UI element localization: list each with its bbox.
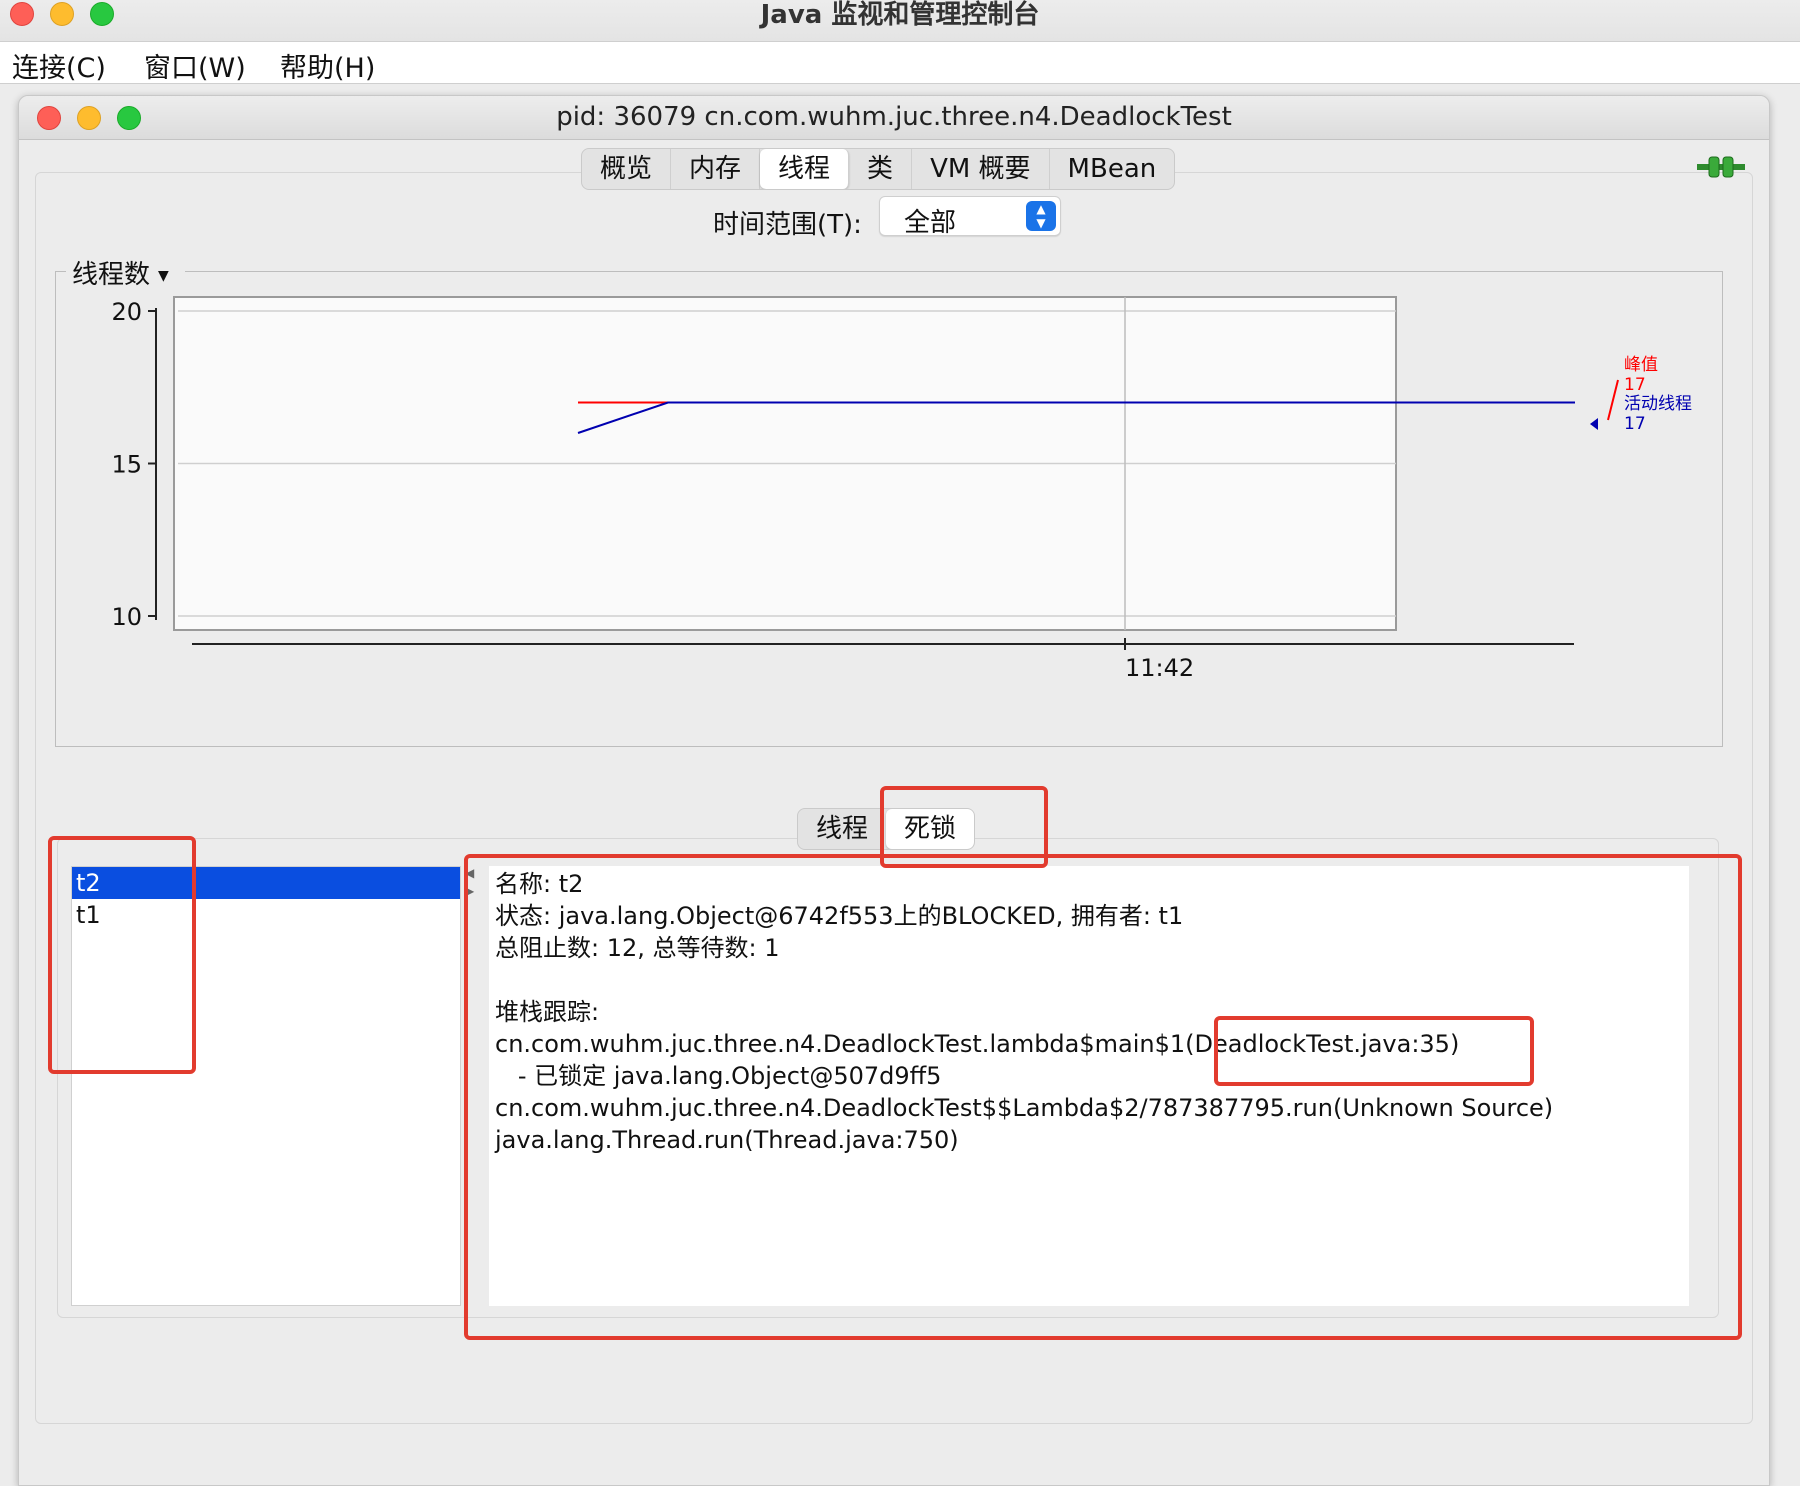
y-tick-label: 20 [111, 298, 142, 326]
connection-icon [1697, 156, 1745, 178]
app-title: Java 监视和管理控制台 [760, 0, 1040, 30]
menu-help[interactable]: 帮助(H) [280, 46, 375, 85]
chevron-updown-icon: ▲ ▼ [1026, 201, 1056, 231]
legend-peak-label: 峰值 [1624, 355, 1658, 375]
y-tick-label: 10 [111, 603, 142, 631]
legend-peak-value: 17 [1624, 375, 1646, 395]
legend-connector [1607, 379, 1619, 421]
tab-memory[interactable]: 内存 [671, 149, 761, 189]
inner-titlebar: pid: 36079 cn.com.wuhm.juc.three.n4.Dead… [19, 96, 1769, 140]
main-tabs: 概览 内存 线程 类 VM 概要 MBean [581, 148, 1176, 190]
annotation-thread-list [48, 836, 196, 1074]
tab-threads[interactable]: 线程 [760, 149, 850, 189]
thread-count-group: 线程数 ▼ 20 15 10 11:42 峰值 17 活动线程 17 [55, 254, 1723, 747]
time-range-select[interactable]: 全部 ▲ ▼ [879, 196, 1061, 238]
tab-vm-summary[interactable]: VM 概要 [912, 149, 1050, 189]
tab-mbean[interactable]: MBean [1050, 149, 1175, 189]
menubar: 连接(C) 窗口(W) 帮助(H) [0, 42, 1800, 84]
tab-lower-threads[interactable]: 线程 [798, 809, 886, 849]
tab-overview[interactable]: 概览 [582, 149, 672, 189]
legend-pointer-icon [1590, 418, 1598, 430]
app-titlebar: Java 监视和管理控制台 [0, 0, 1800, 42]
x-tick-label: 11:42 [1125, 654, 1194, 682]
window-title: pid: 36079 cn.com.wuhm.juc.three.n4.Dead… [556, 102, 1232, 132]
legend-live-value: 17 [1624, 414, 1646, 434]
menu-connect[interactable]: 连接(C) [12, 46, 106, 85]
tab-classes[interactable]: 类 [849, 149, 913, 189]
y-tick-label: 15 [111, 451, 142, 479]
legend-live-label: 活动线程 [1624, 394, 1692, 414]
thread-chart: 20151011:42峰值17活动线程17 [111, 296, 1692, 682]
menu-window[interactable]: 窗口(W) [144, 46, 246, 85]
annotation-source-line [1214, 1016, 1534, 1086]
time-range-label: 时间范围(T): [713, 210, 862, 240]
time-range-value: 全部 [904, 208, 957, 238]
annotation-detail [464, 854, 1742, 1340]
